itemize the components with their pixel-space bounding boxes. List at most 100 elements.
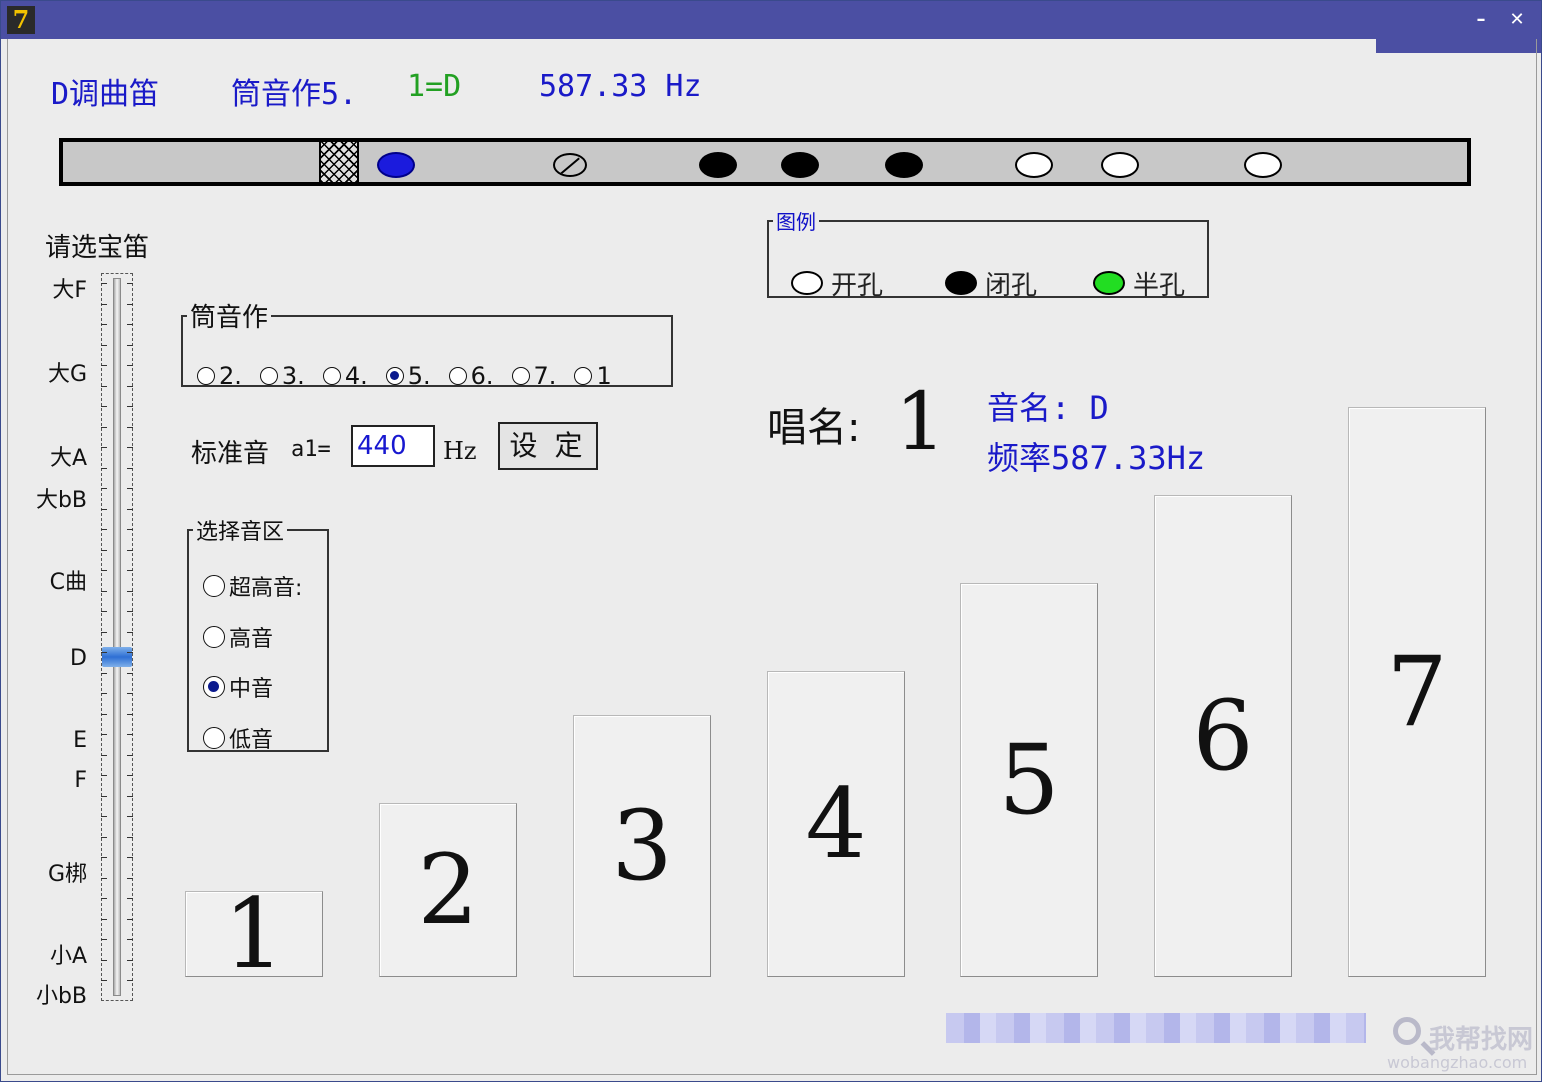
slider-tick — [127, 386, 133, 387]
register-radio-low[interactable]: 低音 — [203, 722, 273, 754]
half-hole-icon — [1093, 271, 1125, 295]
legend-closed: 闭孔 — [945, 268, 1037, 301]
slider-tick — [101, 447, 107, 448]
radio-label: 7. — [533, 362, 557, 390]
legend-open: 开孔 — [791, 268, 883, 301]
legend-half-label: 半孔 — [1133, 270, 1186, 301]
tube-note-group: 筒音作 2. 3. 4. 5. 6. 7. 1 — [181, 297, 673, 390]
minimize-button[interactable]: – — [1467, 7, 1495, 33]
slider-tick — [101, 509, 107, 510]
note-key-1[interactable]: 1 — [185, 878, 323, 990]
slider-tick — [101, 693, 107, 694]
tube-note-title: 筒音作 — [190, 303, 269, 333]
slider-tick — [127, 919, 133, 920]
slider-tick — [101, 898, 107, 899]
slider-tick — [101, 468, 107, 469]
radio-icon[interactable] — [197, 367, 215, 385]
slider-tick — [101, 570, 107, 571]
note-key-6[interactable]: 6 — [1154, 495, 1292, 977]
slider-tick — [127, 734, 133, 735]
radio-label: 4. — [344, 362, 368, 390]
tube-note-radio-4[interactable]: 4. — [322, 362, 368, 390]
slider-tick — [101, 939, 107, 940]
slider-label-d: D — [70, 646, 87, 671]
watermark: 我帮找网 wobangzhao.com — [1381, 1011, 1541, 1079]
sing-name-label: 唱名: — [767, 405, 861, 451]
slider-tick — [127, 611, 133, 612]
slider-tick — [101, 365, 107, 366]
slider-label-g-bang: G梆 — [47, 862, 87, 887]
slider-tick — [101, 857, 107, 858]
radio-selected-icon[interactable] — [385, 367, 404, 385]
slider-tick — [127, 693, 133, 694]
radio-icon[interactable] — [448, 367, 467, 385]
slider-tick — [127, 775, 133, 776]
register-radio-high[interactable]: 高音 — [203, 621, 273, 653]
tube-note-radio-2[interactable]: 2. — [197, 362, 242, 390]
hole-2-closed — [781, 152, 819, 178]
fingering-label: 筒音作5. — [231, 77, 358, 112]
tube-note-radio-7[interactable]: 7. — [511, 362, 557, 390]
tube-note-radio-5[interactable]: 5. — [385, 362, 431, 390]
note-key-3[interactable]: 3 — [573, 715, 711, 977]
tube-note-radio-6[interactable]: 6. — [448, 362, 494, 390]
note-key-4[interactable]: 4 — [767, 671, 905, 977]
slider-tick — [127, 345, 133, 346]
close-button[interactable]: ✕ — [1503, 7, 1531, 33]
legend-title: 图例 — [776, 210, 816, 234]
slider-tick — [127, 796, 133, 797]
slider-tick — [127, 406, 133, 407]
radio-icon[interactable] — [574, 367, 593, 385]
radio-icon[interactable] — [203, 575, 225, 597]
slider-label-big-g: 大G — [47, 362, 87, 387]
slider-tick — [101, 406, 107, 407]
slider-tick — [127, 755, 133, 756]
slider-track[interactable] — [113, 278, 121, 996]
app-logo-icon[interactable]: 7 — [7, 6, 35, 34]
slider-tick — [101, 919, 107, 920]
slider-tick — [101, 714, 107, 715]
radio-selected-icon[interactable] — [203, 676, 225, 698]
hole-5-open — [1101, 152, 1139, 178]
slider-tick — [101, 591, 107, 592]
slider-tick — [101, 304, 107, 305]
slider-tick — [127, 652, 133, 653]
radio-icon[interactable] — [203, 727, 225, 749]
tube-note-radio-3[interactable]: 3. — [259, 362, 305, 390]
slider-thumb[interactable] — [102, 647, 132, 667]
radio-icon[interactable] — [203, 626, 225, 648]
slider-tick — [127, 673, 133, 674]
radio-icon[interactable] — [511, 367, 530, 385]
standard-pitch-input[interactable]: 440 — [351, 425, 435, 467]
legend-closed-label: 闭孔 — [985, 270, 1038, 301]
radio-icon[interactable] — [322, 367, 341, 385]
open-hole-icon — [791, 271, 823, 295]
tube-note-radio-1[interactable]: 1 — [574, 362, 612, 390]
register-group: 选择音区 超高音: 高音 中音 低音 — [187, 514, 329, 754]
note-name-display: 音名: D — [987, 389, 1109, 427]
note-key-5[interactable]: 5 — [960, 583, 1098, 977]
register-radio-super-high[interactable]: 超高音: — [203, 570, 302, 602]
frequency-display: 频率587.33Hz — [987, 439, 1206, 477]
note-key-2[interactable]: 2 — [379, 803, 517, 977]
radio-label: 低音 — [229, 728, 274, 753]
sing-name-value: 1 — [895, 375, 946, 468]
radio-icon[interactable] — [259, 367, 278, 385]
slider-label-small-bb: 小bB — [35, 984, 87, 1009]
slider-tick — [101, 755, 107, 756]
legend-half: 半孔 — [1093, 268, 1185, 301]
flute-selector-slider[interactable] — [101, 273, 133, 1001]
slider-label-c-qu: C曲 — [49, 570, 87, 595]
set-button[interactable]: 设 定 — [498, 422, 598, 470]
flute-selector-title: 请选宝笛 — [45, 233, 150, 263]
slider-tick — [127, 365, 133, 366]
flute-key-label: D调曲笛 — [51, 77, 160, 112]
title-bar[interactable]: 7 – ✕ — [1, 1, 1541, 39]
standard-pitch-label: 标准音 — [191, 439, 270, 469]
slider-tick — [101, 652, 107, 653]
radio-label: 高音 — [229, 627, 274, 652]
slider-label-big-bb: 大bB — [35, 488, 87, 513]
note-key-7[interactable]: 7 — [1348, 407, 1486, 977]
register-radio-middle[interactable]: 中音 — [203, 671, 273, 703]
radio-label: 超高音: — [229, 576, 303, 601]
